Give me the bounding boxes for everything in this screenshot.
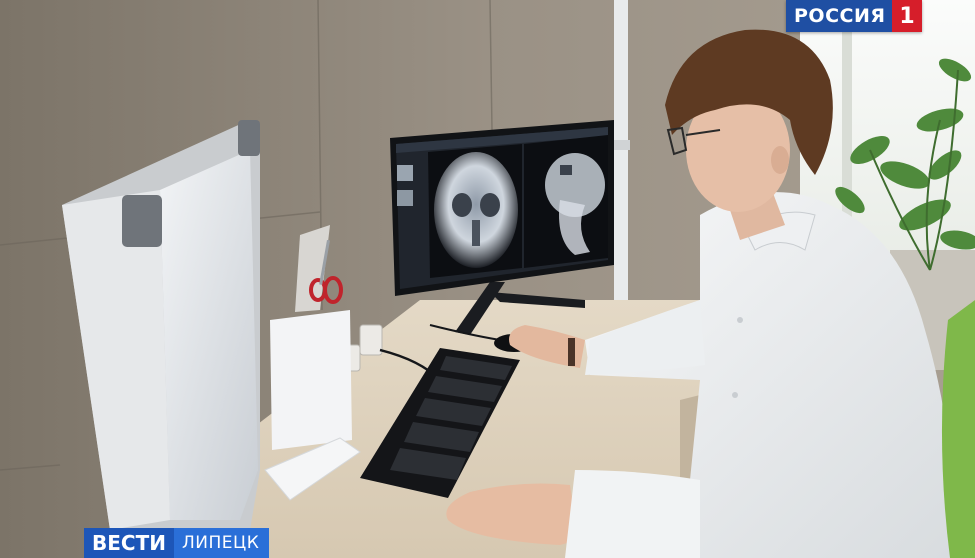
paper-stack	[270, 310, 352, 450]
channel-logo: РОССИЯ 1	[786, 0, 922, 32]
channel-logo-word: РОССИЯ	[786, 0, 892, 32]
coat-button-1	[737, 317, 743, 323]
photo-scene: РОССИЯ 1 ВЕСТИ ЛИПЕЦК	[0, 0, 975, 558]
skull-lateral-orbit	[560, 165, 572, 175]
program-name: ВЕСТИ	[84, 528, 174, 558]
lightbox-corner-top	[238, 120, 260, 156]
xray-skull-frontal	[434, 152, 518, 268]
skull-orbit-right	[480, 193, 500, 217]
skull-orbit-left	[452, 193, 472, 217]
doctor-sleeve-left	[565, 470, 700, 558]
news-banner: ВЕСТИ ЛИПЕЦК	[84, 528, 270, 558]
region-name: ЛИПЕЦК	[173, 528, 270, 558]
lightbox-corner	[122, 195, 162, 247]
chair	[941, 300, 975, 558]
coat-button-2	[732, 392, 738, 398]
skull-nasal	[472, 220, 480, 246]
lightbox-screen	[160, 150, 258, 520]
wall-socket	[359, 324, 383, 356]
bracelet	[568, 338, 575, 366]
thumbnail-2	[397, 190, 413, 206]
channel-logo-number: 1	[892, 0, 922, 32]
scene-illustration	[0, 0, 975, 558]
doctor-ear	[771, 146, 789, 174]
thumbnail-1	[397, 165, 413, 181]
pipe-clamp	[612, 140, 630, 150]
